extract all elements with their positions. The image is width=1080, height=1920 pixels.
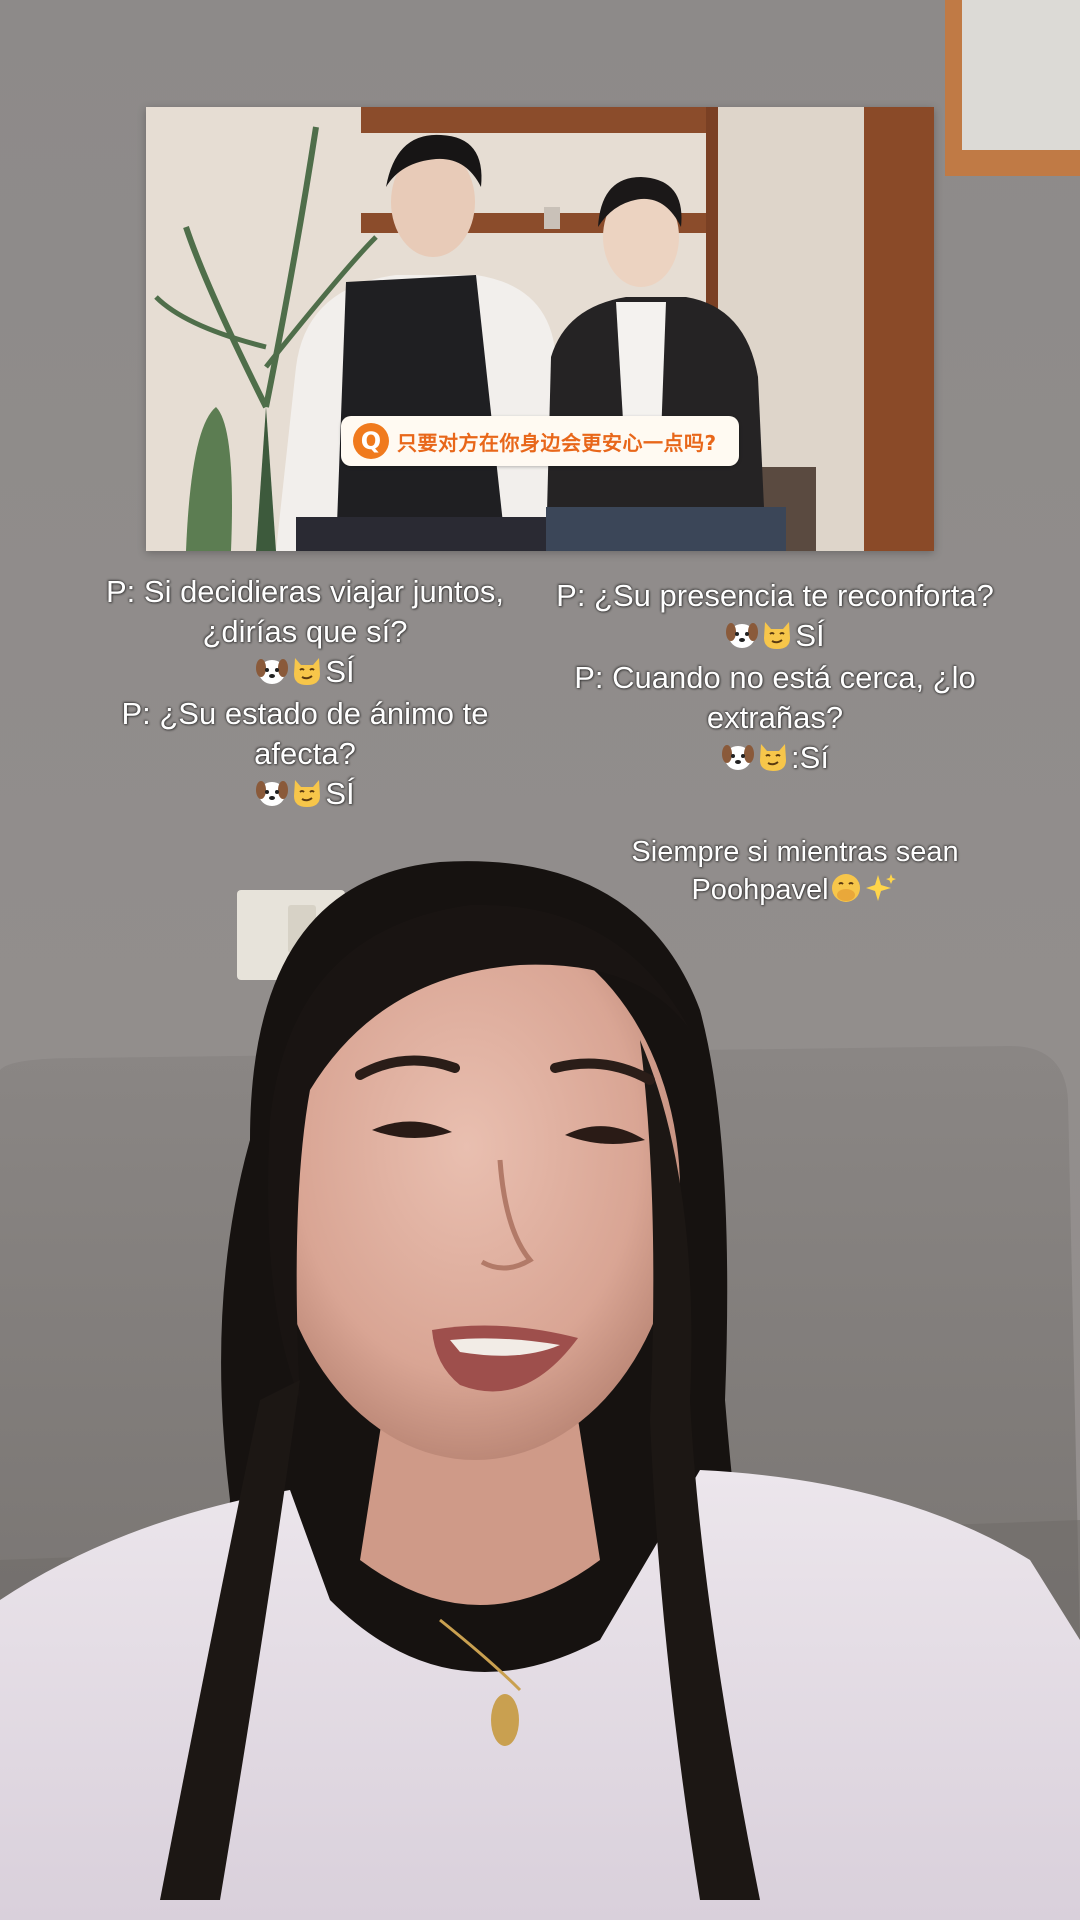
caption-question: P: ¿Su presencia te reconforta?	[556, 578, 994, 613]
caption-block: P: Si decidieras viajar juntos, ¿dirías …	[70, 572, 540, 692]
caption-left-column: P: Si decidieras viajar juntos, ¿dirías …	[70, 572, 540, 816]
wall-picture-frame	[945, 0, 1080, 176]
caption-answer: SÍ	[795, 618, 825, 653]
necklace-pendant	[491, 1694, 519, 1746]
dog-face-icon	[256, 659, 289, 684]
caption-answer: :Sí	[791, 740, 829, 775]
face-with-hand-over-mouth-icon	[831, 874, 860, 902]
clip-question-text: 只要对方在你身边会更安心一点吗?	[397, 430, 717, 455]
caption-question: P: Cuando no está cerca, ¿lo extrañas?	[574, 660, 976, 735]
caption-note-line1: Siempre si mientras sean	[631, 836, 959, 868]
caption-note-line2-wrap: Poohpavel	[590, 871, 1000, 909]
clip-question-caption: Q 只要对方在你身边会更安心一点吗?	[341, 416, 739, 466]
cat-face-icon	[764, 622, 791, 649]
caption-block: P: Cuando no está cerca, ¿lo extrañas? :…	[540, 658, 1010, 778]
caption-answer: SÍ	[325, 654, 355, 689]
cat-face-icon	[760, 744, 787, 771]
caption-answer-line: SÍ	[70, 774, 540, 814]
caption-answer: SÍ	[325, 776, 355, 811]
caption-answer-line: :Sí	[540, 738, 1010, 778]
interview-clip: Q 只要对方在你身边会更安心一点吗?	[146, 107, 934, 551]
dog-face-icon	[722, 745, 755, 770]
caption-answer-line: SÍ	[540, 616, 1010, 656]
caption-question: P: Si decidieras viajar juntos, ¿dirías …	[105, 574, 505, 649]
sparkles-icon	[865, 874, 896, 901]
caption-note-line2: Poohpavel	[691, 874, 829, 906]
caption-note: Siempre si mientras sean Poohpavel	[590, 834, 1000, 909]
caption-answer-line: SÍ	[70, 652, 540, 692]
interview-clip-image	[146, 107, 934, 551]
cat-face-icon	[294, 658, 321, 685]
dog-face-icon	[726, 623, 759, 648]
cat-face-icon	[294, 780, 321, 807]
caption-right-column: P: ¿Su presencia te reconforta? SÍ P: Cu…	[540, 576, 1010, 780]
caption-block: P: ¿Su presencia te reconforta? SÍ	[540, 576, 1010, 656]
question-mark-badge: Q	[353, 423, 389, 459]
caption-block: P: ¿Su estado de ánimo te afecta? SÍ	[70, 694, 540, 814]
dog-face-icon	[256, 781, 289, 806]
caption-question: P: ¿Su estado de ánimo te afecta?	[121, 696, 489, 771]
